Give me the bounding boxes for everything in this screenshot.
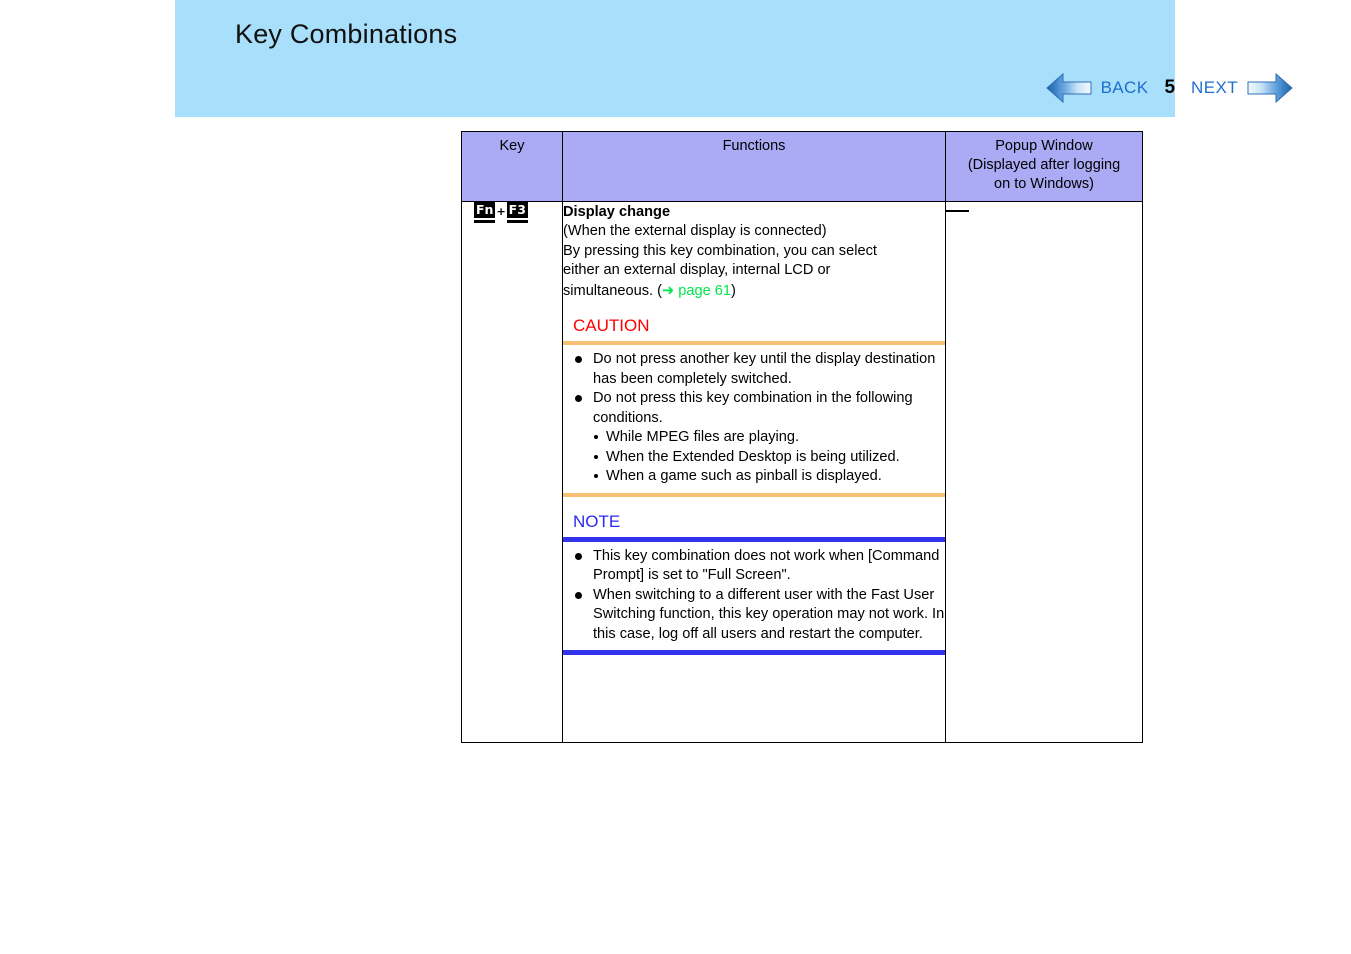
caution-subbullet-list: While MPEG files are playing. When the E… [593, 428, 945, 487]
keycap-fn: Fn [474, 202, 496, 220]
subbullet-dot-icon [594, 435, 598, 439]
caution-callout: CAUTION Do not press another key until t… [563, 315, 945, 497]
caution-subbullet-item: When a game such as pinball is displayed… [593, 467, 945, 487]
caution-subbullet-item: While MPEG files are playing. [593, 428, 945, 448]
cell-key-combination: Fn + F3 [461, 201, 563, 743]
table-header-row: Key Functions Popup Window (Displayed af… [461, 131, 1143, 202]
key-combinations-table: Key Functions Popup Window (Displayed af… [461, 131, 1143, 743]
page-number: 5 [1164, 77, 1176, 98]
note-rule-bottom [563, 650, 945, 655]
page-title: Key Combinations [235, 19, 458, 49]
column-header-functions: Functions [562, 131, 946, 202]
caution-rule-bottom [563, 492, 945, 497]
header-banner: Key Combinations [175, 0, 1175, 117]
subbullet-dot-icon [594, 454, 598, 459]
popup-dash-icon [946, 209, 969, 212]
note-bullet-text: When switching to a different user with … [593, 586, 945, 642]
cell-functions: Display change (When the external displa… [562, 201, 946, 743]
key-plus-symbol: + [496, 204, 506, 218]
note-bullet-text: This key combination does not work when … [593, 547, 940, 584]
caution-body: Do not press another key until the displ… [563, 345, 945, 493]
note-bullet-list: This key combination does not work when … [563, 547, 945, 645]
popup-header-line1: Popup Window [995, 138, 1093, 154]
navigation-bar: BACK 5 NEXT [1045, 68, 1293, 108]
bullet-dot-icon [575, 552, 582, 560]
note-bullet-item: This key combination does not work when … [571, 547, 945, 586]
caution-subbullet-item: When the Extended Desktop is being utili… [593, 448, 945, 468]
note-bullet-item: When switching to a different user with … [571, 586, 945, 645]
caution-bullet-text: Do not press this key combination in the… [593, 390, 913, 426]
caution-title: CAUTION [573, 316, 650, 335]
back-arrow-icon[interactable] [1045, 71, 1092, 105]
note-body: This key combination does not work when … [563, 542, 945, 651]
popup-header-line2: (Displayed after logging [967, 157, 1121, 173]
keycap-f3: F3 [506, 202, 528, 220]
function-title: Display change [563, 204, 671, 220]
caution-subbullet-text: When the Extended Desktop is being utili… [606, 448, 900, 465]
bullet-dot-icon [575, 395, 582, 402]
page-reference-link[interactable]: ➜ page 61 [661, 281, 732, 299]
table-row: Fn + F3 Display change (When the external … [461, 201, 1143, 743]
function-last-line-suffix: ) [731, 282, 736, 299]
function-paragraph-1: (When the external display is connected) [563, 223, 827, 239]
note-title: NOTE [573, 511, 621, 531]
function-paragraph-4: simultaneous. (➜ page 61) [563, 281, 945, 302]
note-callout: NOTE This key combination does not work … [563, 511, 945, 655]
key-combination-glyph: Fn + F3 [474, 202, 528, 220]
subbullet-dot-icon [594, 474, 598, 478]
bullet-dot-icon [575, 591, 582, 599]
right-arrow-glyph-icon: ➜ [661, 281, 675, 299]
function-paragraph-2: By pressing this key combination, you ca… [563, 242, 877, 259]
caution-bullet-item: Do not press another key until the displ… [571, 350, 945, 389]
function-paragraph-3: either an external display, internal LCD… [563, 262, 831, 278]
next-link[interactable]: NEXT [1182, 78, 1247, 98]
caution-subbullet-text: While MPEG files are playing. [606, 429, 800, 445]
column-header-popup-window: Popup Window (Displayed after logging on… [945, 131, 1143, 202]
caution-bullet-list: Do not press another key until the displ… [563, 350, 945, 487]
back-link[interactable]: BACK [1092, 78, 1158, 98]
page-reference-label: page 61 [678, 282, 732, 299]
caution-subbullet-text: When a game such as pinball is displayed… [606, 468, 882, 484]
function-last-line-prefix: simultaneous. ( [563, 282, 662, 299]
bullet-dot-icon [575, 356, 582, 363]
caution-bullet-item: Do not press this key combination in the… [571, 389, 945, 487]
cell-popup-window [945, 201, 1143, 743]
column-header-key: Key [461, 131, 563, 202]
next-arrow-icon[interactable] [1247, 71, 1293, 105]
popup-header-line3: on to Windows) [994, 176, 1094, 192]
caution-bullet-text: Do not press another key until the displ… [593, 351, 936, 387]
